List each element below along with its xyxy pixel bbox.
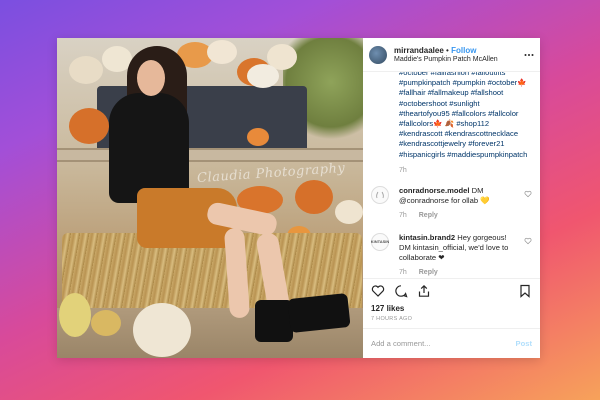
location-link[interactable]: Maddie's Pumpkin Patch McAllen <box>394 56 522 63</box>
header-line: mirrandaalee • Follow <box>394 46 522 55</box>
pumpkin <box>247 64 279 88</box>
caption-hashtags[interactable]: #october #fallfashion #falloutfits #pump… <box>371 72 532 160</box>
avatar[interactable] <box>369 45 387 64</box>
bookmark-icon[interactable] <box>518 284 532 298</box>
model-face <box>137 60 165 96</box>
likes-count[interactable]: 127 likes <box>363 302 540 313</box>
post-timestamp: 7 HOURS AGO <box>371 316 413 322</box>
comment-time: 7h <box>399 268 407 276</box>
like-comment-icon[interactable] <box>524 190 532 198</box>
post-header: mirrandaalee • Follow Maddie's Pumpkin P… <box>363 38 540 72</box>
pumpkin <box>207 40 237 64</box>
share-icon[interactable] <box>417 284 431 298</box>
pumpkin <box>91 310 121 336</box>
add-comment-bar: Add a comment... Post <box>363 328 540 358</box>
model-top <box>109 93 189 203</box>
like-comment-icon[interactable] <box>524 237 532 245</box>
comment-item: KINTASIN kintasin.brand2 Hey gorgeous! D… <box>370 232 532 278</box>
post-button[interactable]: Post <box>516 339 532 348</box>
comment-item: conradnorse.model DM @conradnorse for ol… <box>371 185 532 221</box>
comment-body: kintasin.brand2 Hey gorgeous! DM kintasi… <box>399 233 532 278</box>
pumpkin <box>59 293 91 337</box>
model-boot <box>287 292 351 334</box>
pumpkin <box>133 303 191 357</box>
pumpkin <box>335 200 363 224</box>
commenter-avatar[interactable]: KINTASIN <box>370 232 390 251</box>
pumpkin <box>69 108 109 144</box>
separator: • <box>446 46 449 55</box>
username[interactable]: mirrandaalee <box>394 46 444 55</box>
comment-username[interactable]: kintasin.brand2 <box>399 233 455 242</box>
post-side-panel: mirrandaalee • Follow Maddie's Pumpkin P… <box>363 38 540 358</box>
pumpkin <box>69 56 103 84</box>
comments-section[interactable]: #october #fallfashion #falloutfits #pump… <box>363 72 540 278</box>
pallet <box>57 148 363 162</box>
comment-meta: 7h Reply <box>399 268 520 278</box>
pumpkin <box>295 180 333 214</box>
heart-icon[interactable] <box>371 284 385 298</box>
action-bar <box>363 278 540 302</box>
reply-button[interactable]: Reply <box>419 212 438 219</box>
follow-button[interactable]: Follow <box>451 46 476 55</box>
caption-time: 7h <box>399 166 407 174</box>
post-photo[interactable]: Claudia Photography <box>57 38 363 358</box>
comment-username[interactable]: conradnorse.model <box>399 186 469 195</box>
comment-meta: 7h Reply <box>399 211 520 221</box>
pumpkin <box>247 128 269 146</box>
more-icon[interactable] <box>524 49 534 60</box>
comment-input[interactable]: Add a comment... <box>371 339 516 348</box>
reply-button[interactable]: Reply <box>419 269 438 276</box>
comment-icon[interactable] <box>394 284 408 298</box>
laurel-icon <box>376 191 384 198</box>
instagram-post-card: Claudia Photography mirrandaalee • Follo… <box>57 38 540 358</box>
comment-body: conradnorse.model DM @conradnorse for ol… <box>399 186 532 221</box>
comment-time: 7h <box>399 211 407 219</box>
avatar-logo-text: KINTASIN <box>370 239 390 245</box>
header-text: mirrandaalee • Follow Maddie's Pumpkin P… <box>394 46 522 63</box>
commenter-avatar[interactable] <box>371 185 389 204</box>
